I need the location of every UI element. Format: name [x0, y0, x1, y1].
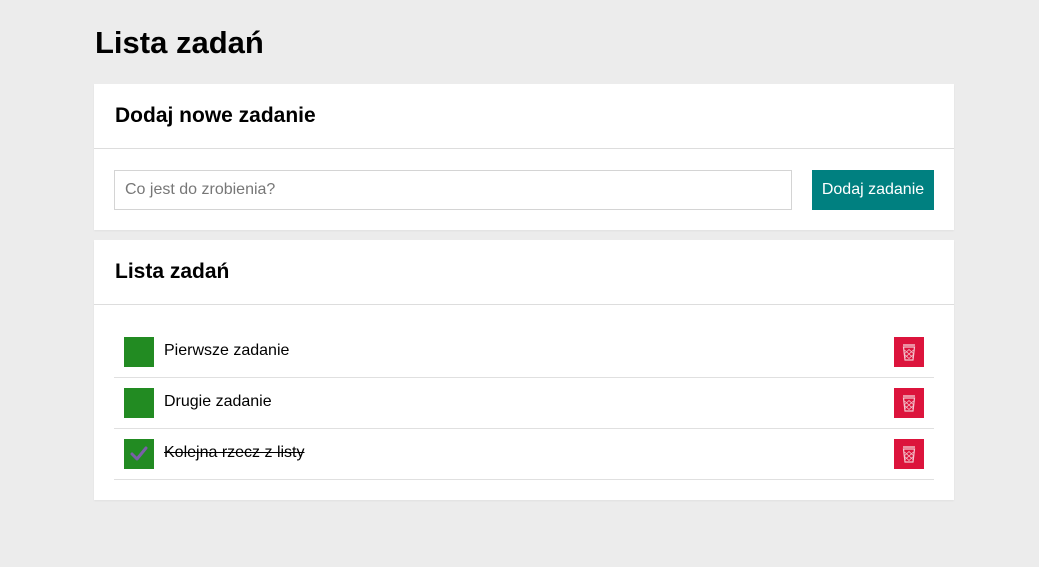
- task-list-heading: Lista zadań: [115, 260, 230, 283]
- add-task-card-header: Dodaj nowe zadanie: [94, 84, 954, 149]
- trash-icon: [902, 446, 916, 463]
- add-task-form: Dodaj zadanie: [114, 170, 934, 210]
- task-item: Kolejna rzecz z listy: [114, 429, 934, 480]
- task-checkbox[interactable]: [124, 337, 154, 367]
- delete-task-button[interactable]: [894, 337, 924, 367]
- task-text: Drugie zadanie: [164, 393, 272, 410]
- add-task-button[interactable]: Dodaj zadanie: [812, 170, 934, 210]
- delete-task-button[interactable]: [894, 388, 924, 418]
- page-title: Lista zadań: [95, 25, 264, 60]
- delete-task-button[interactable]: [894, 439, 924, 469]
- new-task-input[interactable]: [114, 170, 792, 210]
- trash-icon: [902, 344, 916, 361]
- add-task-heading: Dodaj nowe zadanie: [115, 104, 316, 127]
- task-text: Kolejna rzecz z listy: [164, 444, 305, 461]
- task-item: Drugie zadanie: [114, 378, 934, 429]
- task-list: Pierwsze zadanie Drugie zadanie Kolejna …: [114, 327, 934, 480]
- task-item: Pierwsze zadanie: [114, 327, 934, 378]
- task-list-card: Lista zadań Pierwsze zadanie Drugie zada…: [94, 240, 954, 500]
- trash-icon: [902, 395, 916, 412]
- task-text: Pierwsze zadanie: [164, 342, 290, 359]
- task-list-card-header: Lista zadań: [94, 240, 954, 305]
- add-task-card: Dodaj nowe zadanie Dodaj zadanie: [94, 84, 954, 230]
- checkmark-icon: [130, 446, 148, 461]
- task-checkbox[interactable]: [124, 439, 154, 469]
- task-checkbox[interactable]: [124, 388, 154, 418]
